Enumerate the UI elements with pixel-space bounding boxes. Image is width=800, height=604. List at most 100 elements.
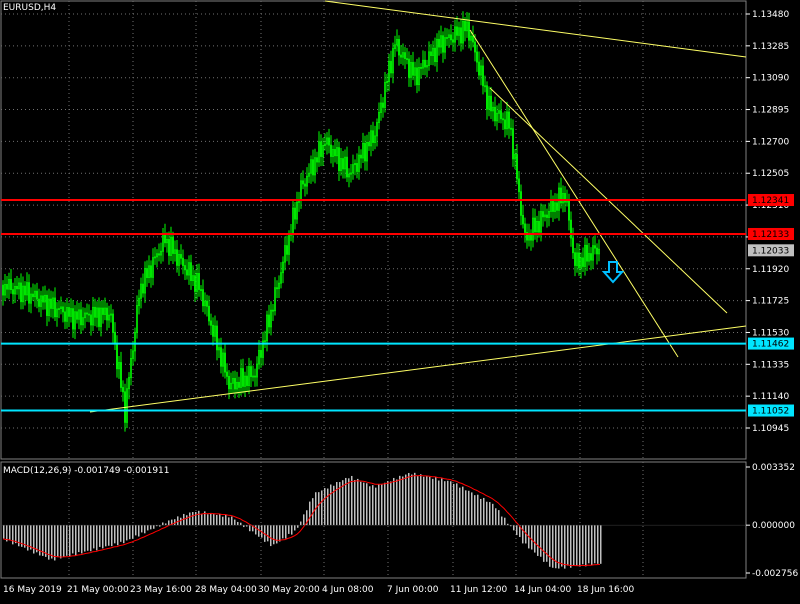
candle	[302, 170, 304, 190]
candle	[174, 240, 176, 262]
macd-bar	[60, 525, 62, 559]
candle-body	[322, 145, 324, 157]
candle	[112, 309, 114, 343]
candle	[146, 260, 148, 287]
candle-body	[292, 207, 294, 235]
candle	[230, 372, 232, 394]
candle	[332, 145, 334, 168]
candle-body	[74, 311, 76, 330]
macd-bar	[72, 525, 74, 554]
candle	[48, 288, 50, 322]
macd-label: MACD(12,26,9)	[3, 466, 72, 476]
candle-body	[494, 106, 496, 122]
candle	[90, 310, 92, 336]
candle	[554, 193, 556, 219]
candle	[354, 159, 356, 176]
candle	[380, 93, 382, 121]
candle	[362, 132, 364, 164]
candle-body	[46, 294, 48, 316]
candle-body	[90, 314, 92, 326]
y-tick-label: 1.11140	[752, 392, 789, 402]
macd-bar	[132, 525, 134, 539]
macd-bar	[447, 480, 449, 526]
candle-body	[534, 217, 536, 233]
candle-body	[20, 282, 22, 303]
candle-body	[590, 253, 592, 261]
candle	[360, 149, 362, 169]
candle	[254, 368, 256, 387]
candle-body	[96, 307, 98, 318]
macd-bar	[453, 483, 455, 526]
candle	[490, 86, 492, 119]
candle-body	[62, 306, 64, 313]
candle	[24, 281, 26, 306]
candle-body	[324, 143, 326, 146]
macd-bar	[402, 476, 404, 526]
candle-body	[452, 39, 454, 43]
macd-bar	[243, 525, 245, 528]
y-tick-label: 1.13480	[752, 10, 789, 20]
candle-body	[266, 314, 268, 342]
candle	[446, 28, 448, 46]
macd-bar	[75, 525, 77, 556]
candle-body	[476, 51, 478, 63]
macd-main-value: -0.001749	[74, 466, 121, 476]
candle	[274, 277, 276, 316]
candle-body	[554, 202, 556, 212]
candle	[278, 275, 280, 298]
candle-body	[148, 265, 150, 279]
macd-bar	[30, 525, 32, 550]
candle	[252, 365, 254, 382]
macd-bar	[375, 487, 377, 526]
macd-bar	[162, 522, 164, 526]
candle-body	[80, 309, 82, 326]
candle-body	[22, 285, 24, 303]
candle	[432, 40, 434, 66]
chart-area[interactable]: 16 May 2019 21 May 00:00 23 May 16:00 28 Ma…	[0, 0, 800, 600]
candle-body	[472, 35, 474, 43]
candle-body	[54, 297, 56, 318]
candle-body	[390, 60, 392, 74]
candle-body	[596, 247, 598, 255]
macd-y-tick-label: -0.002756	[752, 569, 798, 579]
candle	[106, 302, 108, 331]
candle	[204, 292, 206, 315]
macd-bar	[399, 475, 401, 526]
candle	[64, 302, 66, 330]
y-tick-label: 1.13090	[752, 74, 789, 84]
candle	[562, 185, 564, 213]
candle	[424, 51, 426, 76]
macd-bar	[285, 525, 287, 539]
candle	[352, 154, 354, 180]
candle	[394, 35, 396, 58]
macd-bar	[420, 474, 422, 526]
candle-body	[186, 269, 188, 276]
candle	[390, 50, 392, 78]
macd-bar	[90, 525, 92, 552]
candle	[154, 247, 156, 265]
candle	[388, 53, 390, 92]
candle	[324, 133, 326, 151]
candle-body	[294, 207, 296, 220]
candle-body	[460, 27, 462, 44]
candle-body	[548, 210, 550, 218]
candle-body	[156, 253, 158, 258]
candle	[166, 232, 168, 253]
candle-body	[14, 285, 16, 295]
main-pane-border	[0, 0, 747, 460]
macd-bar	[102, 525, 104, 549]
macd-bar	[570, 525, 572, 568]
candle	[346, 146, 348, 182]
candle-body	[68, 307, 70, 317]
candle-body	[522, 214, 524, 225]
macd-bar	[231, 516, 233, 526]
macd-bar	[498, 510, 500, 526]
candle-body	[184, 265, 186, 271]
macd-bar	[297, 525, 299, 528]
candle-body	[170, 236, 172, 256]
candle	[308, 163, 310, 184]
candle	[458, 21, 460, 46]
candle-body	[140, 283, 142, 299]
macd-bar	[36, 525, 38, 553]
candle	[578, 243, 580, 276]
